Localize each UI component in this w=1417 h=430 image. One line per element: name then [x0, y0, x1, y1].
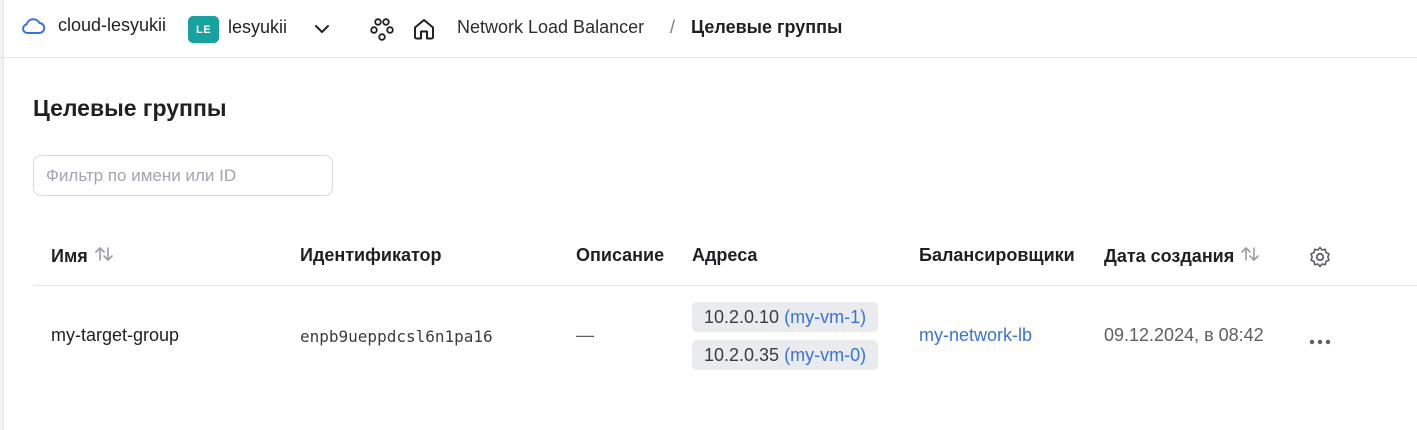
breadcrumb-separator: /: [670, 17, 676, 37]
column-header-label: Дата создания: [1104, 246, 1235, 266]
breadcrumb-network-load-balancer[interactable]: Network Load Balancer: [457, 17, 644, 38]
more-icon[interactable]: [1308, 333, 1332, 351]
row-id: enpb9ueppdcsl6n1pa16: [300, 327, 493, 346]
column-header-label: Адреса: [692, 245, 758, 265]
chevron-down-icon[interactable]: [313, 20, 331, 43]
home-icon[interactable]: [412, 17, 436, 46]
balancer-link[interactable]: my-network-lb: [919, 325, 1032, 346]
column-header-label: Идентификатор: [300, 245, 442, 265]
row-created-date: 09.12.2024, в 08:42: [1104, 325, 1264, 345]
address-ip: 10.2.0.10: [704, 306, 780, 327]
address-vm-link[interactable]: (my-vm-0): [784, 345, 866, 366]
address-vm-link[interactable]: (my-vm-1): [784, 307, 866, 328]
address-chip: 10.2.0.35 (my-vm-0): [692, 340, 879, 370]
breadcrumb-current: Целевые группы: [691, 17, 843, 37]
column-header-balancers: Балансировщики: [919, 245, 1075, 266]
filter-input[interactable]: [33, 155, 333, 196]
left-rail: [0, 0, 4, 430]
cloud-name: cloud-lesyukii: [58, 15, 167, 35]
top-bar: cloud-lesyukii LE lesyukii Network Load …: [0, 0, 1417, 58]
sort-icon[interactable]: [1240, 245, 1260, 268]
cloud-selector[interactable]: cloud-lesyukii: [20, 15, 166, 36]
column-header-created[interactable]: Дата создания: [1104, 245, 1260, 268]
folder-badge[interactable]: LE: [188, 16, 219, 43]
cloud-icon: [20, 16, 46, 36]
table-header-divider: [33, 285, 1417, 286]
page-title: Целевые группы: [33, 95, 227, 121]
column-header-description: Описание: [576, 245, 664, 266]
column-header-addresses: Адреса: [692, 245, 757, 266]
address-chip: 10.2.0.10 (my-vm-1): [692, 302, 879, 332]
column-header-label: Описание: [576, 245, 665, 265]
folder-name[interactable]: lesyukii: [228, 17, 287, 38]
address-ip: 10.2.0.35: [704, 344, 780, 365]
column-header-id: Идентификатор: [300, 245, 442, 266]
row-name[interactable]: my-target-group: [51, 325, 179, 346]
column-header-label: Имя: [51, 246, 88, 266]
row-description: —: [576, 325, 594, 345]
gear-icon[interactable]: [1308, 245, 1332, 274]
column-header-name[interactable]: Имя: [51, 245, 114, 268]
services-icon[interactable]: [370, 17, 394, 46]
column-header-label: Балансировщики: [919, 245, 1075, 265]
sort-icon[interactable]: [94, 245, 114, 268]
